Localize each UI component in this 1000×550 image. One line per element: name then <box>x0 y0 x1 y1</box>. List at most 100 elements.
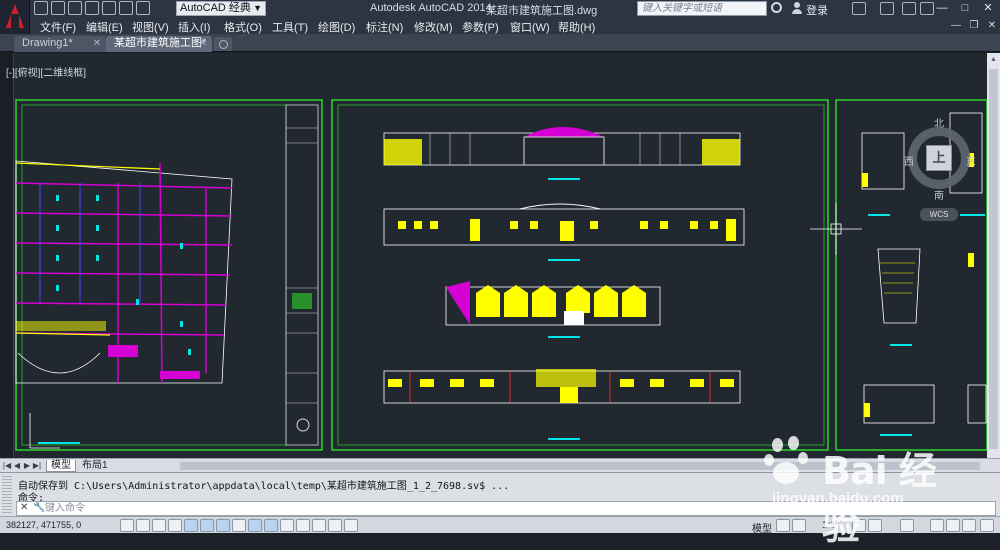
viewcube-west[interactable]: 西 <box>904 153 914 168</box>
menu-tools[interactable]: 工具(T) <box>272 19 308 35</box>
polar-tracking-button[interactable] <box>168 519 182 532</box>
new-tab-button[interactable] <box>214 37 232 51</box>
menu-edit[interactable]: 编辑(E) <box>86 19 123 35</box>
status-bar: 382127, 471755, 0 模型 1:1 <box>0 516 1000 535</box>
maximize-button[interactable]: □ <box>953 0 977 17</box>
close-button[interactable]: ✕ <box>976 0 1000 17</box>
user-icon[interactable] <box>792 2 802 14</box>
scroll-thumb[interactable] <box>989 69 998 449</box>
app-title: Autodesk AutoCAD 2014 <box>370 2 492 14</box>
close-icon[interactable]: ✕ <box>199 36 207 51</box>
ucs-button[interactable] <box>232 519 246 532</box>
save-as-icon[interactable] <box>85 1 99 15</box>
lineweight-button[interactable] <box>264 519 278 532</box>
viewcube[interactable]: 北 西 东 上 南 WCS <box>904 115 976 225</box>
toolbar-lock-button[interactable] <box>930 519 944 532</box>
elevation-2 <box>383 203 745 261</box>
annotation-visibility-button[interactable] <box>852 519 866 532</box>
snap-mode-button[interactable] <box>120 519 134 532</box>
minimize-button[interactable]: — <box>930 0 954 17</box>
title-bar: AutoCAD 经典 ▼ Autodesk AutoCAD 2014 某超市建筑… <box>0 0 1000 34</box>
command-window: 自动保存到 C:\Users\Administrator\appdata\loc… <box>0 472 1000 516</box>
elevation-1 <box>383 127 741 180</box>
first-layout-icon[interactable]: |◀ <box>2 460 12 471</box>
application-menu-button[interactable] <box>0 0 30 34</box>
command-input[interactable]: ✕ 🔧 键入命令 <box>16 501 996 516</box>
vertical-scrollbar[interactable]: ▲ <box>987 53 1000 458</box>
selection-cycling-button[interactable] <box>312 519 326 532</box>
viewcube-south[interactable]: 南 <box>934 187 944 202</box>
next-layout-icon[interactable]: ▶ <box>22 460 32 471</box>
left-toolbar-strip <box>0 53 14 458</box>
menu-window[interactable]: 窗口(W) <box>510 19 550 35</box>
menu-parametric[interactable]: 参数(P) <box>462 19 499 35</box>
menu-view[interactable]: 视图(V) <box>132 19 169 35</box>
quick-access-toolbar <box>34 1 150 17</box>
viewcube-east[interactable]: 东 <box>966 153 976 168</box>
quick-properties-button[interactable] <box>296 519 310 532</box>
open-icon[interactable] <box>51 1 65 15</box>
customize-icon[interactable]: 🔧 <box>33 502 45 513</box>
auto-scale-button[interactable] <box>868 519 882 532</box>
object-snap-button[interactable] <box>184 519 198 532</box>
menu-insert[interactable]: 插入(I) <box>178 19 210 35</box>
isolate-objects-button[interactable] <box>962 519 976 532</box>
tab-drawing1[interactable]: Drawing1* ✕ <box>14 36 106 52</box>
prev-layout-icon[interactable]: ◀ <box>12 460 22 471</box>
new-icon[interactable] <box>34 1 48 15</box>
drawing-area[interactable]: [-][俯视][二维线框] 北 西 东 上 南 WCS <box>0 53 987 458</box>
quick-view-drawings-button[interactable] <box>792 519 806 532</box>
menu-draw[interactable]: 绘图(D) <box>318 19 355 35</box>
menu-help[interactable]: 帮助(H) <box>558 19 595 35</box>
redo-icon[interactable] <box>136 1 150 15</box>
undo-icon[interactable] <box>119 1 133 15</box>
wcs-menu[interactable]: WCS <box>920 208 958 221</box>
quick-view-layouts-button[interactable] <box>776 519 790 532</box>
mdi-restore-button[interactable]: ❐ <box>966 18 982 33</box>
3d-object-snap-button[interactable] <box>200 519 214 532</box>
scroll-up-icon[interactable]: ▲ <box>990 56 997 63</box>
save-icon[interactable] <box>68 1 82 15</box>
add-button[interactable] <box>344 519 358 532</box>
close-icon[interactable]: ✕ <box>20 502 28 513</box>
menu-modify[interactable]: 修改(M) <box>414 19 453 35</box>
tab-layout1[interactable]: 布局1 <box>78 460 112 472</box>
help-search-input[interactable]: 键入关键字或短语 <box>637 1 767 16</box>
command-placeholder: 键入命令 <box>45 503 85 514</box>
close-icon[interactable]: ✕ <box>93 36 101 51</box>
elevation-4 <box>383 369 741 440</box>
command-grip[interactable] <box>2 476 12 514</box>
tab-label: 某超市建筑施工图* <box>114 37 207 49</box>
transparency-button[interactable] <box>280 519 294 532</box>
plot-icon[interactable] <box>102 1 116 15</box>
last-layout-icon[interactable]: ▶| <box>32 460 42 471</box>
ortho-mode-button[interactable] <box>152 519 166 532</box>
hardware-acceleration-button[interactable] <box>946 519 960 532</box>
exchange-icon[interactable] <box>880 2 894 15</box>
menu-format[interactable]: 格式(O) <box>224 19 262 35</box>
annotation-scale[interactable]: 1:1 <box>822 520 836 531</box>
mdi-close-button[interactable]: ✕ <box>984 18 1000 33</box>
viewcube-top-face[interactable]: 上 <box>926 145 952 171</box>
layout-tabs-bar: |◀ ◀ ▶ ▶| 模型 布局1 <box>0 458 1000 472</box>
coordinate-readout[interactable]: 382127, 471755, 0 <box>6 520 81 530</box>
object-snap-tracking-button[interactable] <box>216 519 230 532</box>
a360-icon[interactable] <box>902 2 916 15</box>
tab-model[interactable]: 模型 <box>46 460 76 472</box>
search-icon[interactable] <box>771 2 782 13</box>
mdi-minimize-button[interactable]: — <box>948 18 964 33</box>
dynamic-input-button[interactable] <box>248 519 262 532</box>
drawing-svg <box>15 99 987 451</box>
tab-supermarket-drawing[interactable]: 某超市建筑施工图* ✕ <box>106 36 212 52</box>
workspace-switch-button[interactable] <box>900 519 914 532</box>
cart-icon[interactable] <box>852 2 866 15</box>
viewport-controls[interactable]: [-][俯视][二维线框] <box>6 64 86 79</box>
grid-display-button[interactable] <box>136 519 150 532</box>
login-button[interactable]: 登录 <box>806 2 828 18</box>
menu-file[interactable]: 文件(F) <box>40 19 76 35</box>
menu-dimension[interactable]: 标注(N) <box>366 19 403 35</box>
clean-screen-button[interactable] <box>980 519 994 532</box>
horizontal-scrollbar[interactable] <box>180 462 980 470</box>
annotation-monitor-button[interactable] <box>328 519 342 532</box>
workspace-select[interactable]: AutoCAD 经典 ▼ <box>176 1 266 16</box>
